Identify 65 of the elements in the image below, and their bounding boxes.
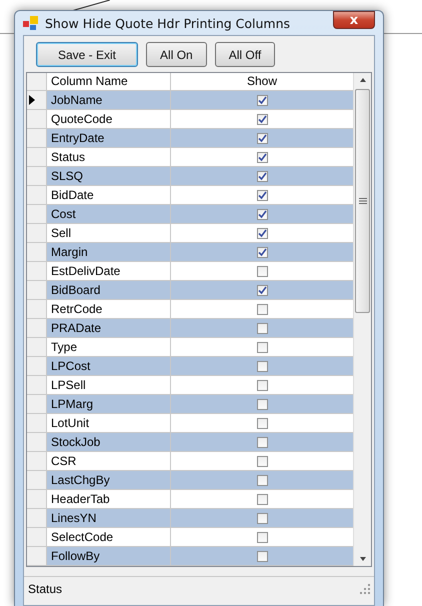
table-cell: JobName — [47, 91, 171, 109]
show-checkbox[interactable] — [256, 284, 268, 296]
table-cell: LPSell — [47, 376, 171, 394]
table-cell: FollowBy — [47, 547, 171, 565]
table-cell: LinesYN — [47, 509, 171, 527]
show-checkbox[interactable] — [256, 550, 268, 562]
scroll-thumb[interactable] — [355, 89, 370, 313]
table-cell: BidDate — [47, 186, 171, 204]
toolbar-button[interactable]: Save - Exit — [36, 42, 138, 67]
show-checkbox[interactable] — [256, 436, 268, 448]
table-cell: Margin — [47, 243, 171, 261]
show-checkbox[interactable] — [256, 418, 268, 428]
grip-icon — [358, 198, 366, 204]
table-cell: BidBoard — [47, 281, 171, 299]
table-cell: Type — [47, 338, 171, 356]
table-cell: StockJob — [47, 433, 171, 451]
show-checkbox[interactable] — [256, 132, 268, 144]
scroll-down-icon[interactable] — [360, 557, 366, 561]
show-checkbox[interactable] — [256, 532, 268, 542]
table-cell: QuoteCode — [47, 110, 171, 128]
table-cell: LotUnit — [47, 414, 171, 432]
table-cell: Cost — [47, 205, 171, 223]
show-checkbox[interactable] — [256, 94, 268, 106]
show-checkbox[interactable] — [256, 190, 268, 200]
show-checkbox[interactable] — [256, 360, 268, 372]
toolbar-button[interactable]: All On — [146, 42, 207, 67]
show-checkbox[interactable] — [256, 322, 268, 334]
app-icon — [23, 15, 39, 31]
show-checkbox[interactable] — [256, 456, 268, 466]
table-cell: Status — [47, 148, 171, 166]
table-cell: SLSQ — [47, 167, 171, 185]
show-checkbox[interactable] — [256, 228, 268, 238]
table-cell: Sell — [47, 224, 171, 242]
show-checkbox[interactable] — [256, 380, 268, 390]
show-checkbox[interactable] — [256, 398, 268, 410]
scroll-up-icon[interactable] — [360, 78, 366, 82]
show-checkbox[interactable] — [256, 304, 268, 314]
table-cell: EntryDate — [47, 129, 171, 147]
table-cell: CSR — [47, 452, 171, 470]
table-cell: LPMarg — [47, 395, 171, 413]
table-cell: RetrCode — [47, 300, 171, 318]
show-checkbox[interactable] — [256, 494, 268, 504]
show-checkbox[interactable] — [256, 170, 268, 182]
show-checkbox[interactable] — [256, 208, 268, 220]
show-checkbox[interactable] — [256, 114, 268, 124]
show-checkbox[interactable] — [256, 512, 268, 524]
table-cell: LastChgBy — [47, 471, 171, 489]
window-title: Show Hide Quote Hdr Printing Columns — [45, 16, 292, 30]
table-cell: LPCost — [47, 357, 171, 375]
show-checkbox[interactable] — [256, 474, 268, 486]
resize-grip-icon[interactable] — [360, 584, 370, 594]
scrollbar[interactable] — [353, 73, 371, 566]
show-checkbox[interactable] — [256, 152, 268, 162]
show-checkbox[interactable] — [256, 266, 268, 276]
current-row-icon — [29, 95, 35, 105]
table-cell: EstDelivDate — [47, 262, 171, 280]
table-cell: HeaderTab — [47, 490, 171, 508]
toolbar-button[interactable]: All Off — [214, 42, 276, 67]
table-cell: SelectCode — [47, 528, 171, 546]
status-text: Status — [28, 582, 62, 596]
row-header[interactable] — [27, 91, 47, 109]
show-checkbox[interactable] — [256, 342, 268, 352]
close-button[interactable]: x — [333, 11, 375, 29]
show-checkbox[interactable] — [256, 246, 268, 258]
table-cell: PRADate — [47, 319, 171, 337]
